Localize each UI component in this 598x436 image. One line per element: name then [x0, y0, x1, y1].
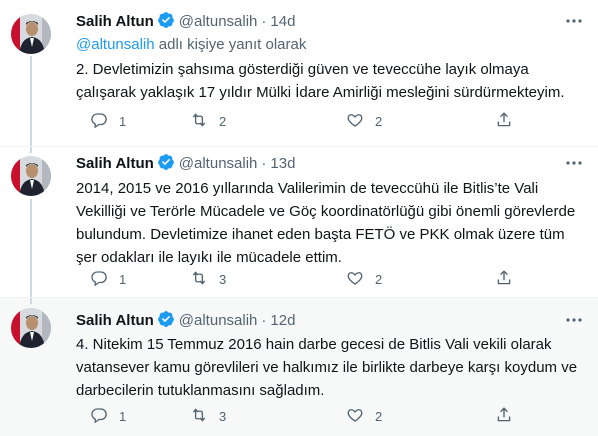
separator-dot: ·	[261, 155, 267, 172]
avatar-photo	[11, 156, 51, 196]
tweet-time[interactable]: 13d	[270, 155, 295, 172]
reply-count: 1	[119, 408, 127, 424]
verified-badge-icon	[157, 11, 175, 35]
verified-badge-icon	[157, 153, 175, 177]
tweet-3[interactable]: Salih Altun @altunsalih · 12d 4. Nitekim 15…	[0, 298, 598, 436]
author-handle[interactable]: @altunsalih	[179, 13, 258, 30]
reply-icon	[90, 111, 108, 132]
author-name[interactable]: Salih Altun	[76, 13, 154, 30]
more-icon[interactable]	[562, 11, 586, 31]
like-count: 2	[375, 113, 383, 129]
retweet-count: 3	[219, 271, 227, 287]
like-count: 2	[375, 271, 383, 287]
reply-mention-link[interactable]: @altunsalih	[76, 36, 155, 53]
more-icon[interactable]	[562, 153, 586, 173]
verified-badge-icon	[157, 310, 175, 334]
tweet-text: 2. Devletimizin şahsıma gösterdiği güven…	[76, 61, 565, 101]
reply-button[interactable]: 1	[90, 269, 126, 289]
reply-count: 1	[119, 113, 127, 129]
reply-context-text: adlı kişiye yanıt olarak	[154, 36, 307, 53]
like-count: 2	[375, 408, 383, 424]
tweet-2[interactable]: Salih Altun @altunsalih · 13d 2014, 2015 ve…	[0, 147, 598, 297]
avatar-photo	[11, 308, 51, 348]
separator-dot: ·	[261, 312, 267, 329]
retweet-icon	[190, 406, 208, 427]
retweet-count: 2	[219, 113, 227, 129]
tweet-header: Salih Altun @altunsalih · 14d	[76, 11, 295, 31]
reply-button[interactable]: 1	[90, 406, 126, 426]
tweet-time[interactable]: 14d	[270, 13, 295, 30]
reply-icon	[90, 269, 108, 290]
share-button[interactable]	[495, 269, 513, 289]
author-handle[interactable]: @altunsalih	[179, 155, 258, 172]
author-handle[interactable]: @altunsalih	[179, 312, 258, 329]
share-icon	[495, 269, 513, 290]
tweet-header: Salih Altun @altunsalih · 13d	[76, 153, 295, 173]
tweet-text: 4. Nitekim 15 Temmuz 2016 hain darbe gec…	[76, 336, 578, 399]
reply-icon	[90, 406, 108, 427]
separator-dot: ·	[261, 13, 267, 30]
share-button[interactable]	[495, 111, 513, 131]
share-icon	[495, 406, 513, 427]
avatar[interactable]	[11, 308, 51, 348]
share-button[interactable]	[495, 406, 513, 426]
heart-icon	[346, 269, 364, 290]
reply-context: @altunsalih adlı kişiye yanıt olarak	[76, 35, 306, 55]
heart-icon	[346, 406, 364, 427]
tweet-time[interactable]: 12d	[270, 312, 295, 329]
tweet-actions: 1 3 2	[76, 269, 516, 289]
thread-line	[30, 298, 32, 304]
reply-count: 1	[119, 271, 127, 287]
retweet-count: 3	[219, 408, 227, 424]
retweet-button[interactable]: 2	[190, 111, 226, 131]
avatar-photo	[11, 14, 51, 54]
author-name[interactable]: Salih Altun	[76, 155, 154, 172]
retweet-button[interactable]: 3	[190, 269, 226, 289]
tweet-1[interactable]: Salih Altun @altunsalih · 14d @altunsalih a…	[0, 0, 598, 146]
avatar[interactable]	[11, 156, 51, 196]
reply-button[interactable]: 1	[90, 111, 126, 131]
avatar[interactable]	[11, 14, 51, 54]
tweet-header: Salih Altun @altunsalih · 12d	[76, 310, 295, 330]
author-name[interactable]: Salih Altun	[76, 312, 154, 329]
retweet-icon	[190, 269, 208, 290]
thread-line	[30, 147, 32, 153]
retweet-button[interactable]: 3	[190, 406, 226, 426]
like-button[interactable]: 2	[346, 406, 382, 426]
like-button[interactable]: 2	[346, 111, 382, 131]
thread-line	[30, 56, 32, 146]
heart-icon	[346, 111, 364, 132]
tweet-actions: 1 2 2	[76, 111, 516, 131]
thread-line	[30, 199, 32, 297]
retweet-icon	[190, 111, 208, 132]
like-button[interactable]: 2	[346, 269, 382, 289]
share-icon	[495, 111, 513, 132]
tweet-actions: 1 3 2	[76, 406, 516, 426]
more-icon[interactable]	[562, 310, 586, 330]
tweet-text: 2014, 2015 ve 2016 yıllarında Valilerimi…	[76, 180, 576, 266]
